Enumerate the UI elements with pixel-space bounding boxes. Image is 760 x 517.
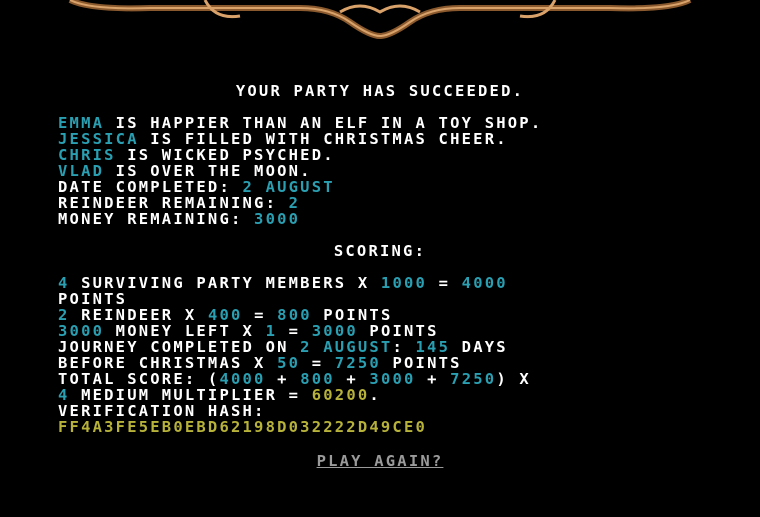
hash-label: VERIFICATION HASH:	[58, 402, 266, 420]
party-member-4: VLAD IS OVER THE MOON.	[58, 162, 312, 180]
total-score-2: 4 MEDIUM MULTIPLIER = 60200.	[58, 386, 381, 404]
party-member-3: CHRIS IS WICKED PSYCHED.	[58, 146, 335, 164]
total-score: TOTAL SCORE: (4000 + 800 + 3000 + 7250) …	[58, 370, 531, 388]
money-remaining: MONEY REMAINING: 3000	[58, 210, 301, 228]
score-members: 4 SURVIVING PARTY MEMBERS X 1000 = 4000	[58, 274, 508, 292]
party-member-1: EMMA IS HAPPIER THAN AN ELF IN A TOY SHO…	[58, 114, 543, 132]
reindeer-remaining: REINDEER REMAINING: 2	[58, 194, 301, 212]
verification-hash: FF4A3FE5EB0EBD62198D032222D49CE0	[58, 418, 428, 436]
score-members-points: POINTS	[58, 290, 128, 308]
date-completed: DATE COMPLETED: 2 AUGUST	[58, 178, 335, 196]
ornamental-frame	[68, 0, 692, 40]
score-money: 3000 MONEY LEFT X 1 = 3000 POINTS	[58, 322, 439, 340]
party-member-2: JESSICA IS FILLED WITH CHRISTMAS CHEER.	[58, 130, 508, 148]
score-journey-2: BEFORE CHRISTMAS X 50 = 7250 POINTS	[58, 354, 462, 372]
headline: YOUR PARTY HAS SUCCEEDED.	[235, 82, 525, 100]
scoring-title: SCORING:	[333, 242, 427, 260]
final-score: 60200	[311, 386, 370, 404]
play-again-link[interactable]: PLAY AGAIN?	[0, 452, 760, 470]
score-reindeer: 2 REINDEER X 400 = 800 POINTS	[58, 306, 393, 324]
score-journey: JOURNEY COMPLETED ON 2 AUGUST: 145 DAYS	[58, 338, 508, 356]
